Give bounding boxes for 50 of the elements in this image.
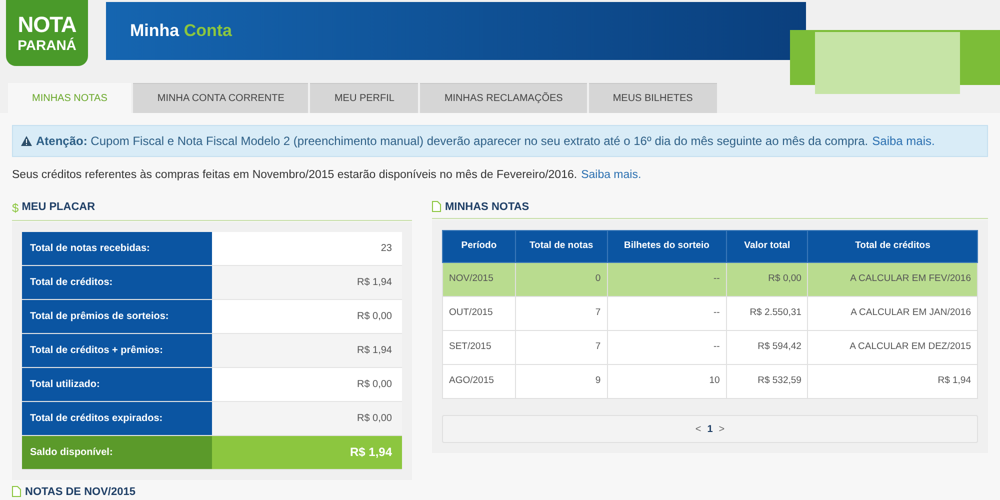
table-row[interactable]: SET/2015 7 -- R$ 594,42 A CALCULAR EM DEZ/2015 [442,330,978,364]
scoreboard-label: Total de créditos + prêmios: [22,334,212,366]
logo-text: PARANÁ [18,38,76,52]
section-title: MINHAS NOTAS [445,200,530,214]
scoreboard-label: Total de créditos: [22,266,212,298]
table-row[interactable]: AGO/2015 9 10 R$ 532,59 R$ 1,94 [442,364,978,398]
scoreboard-value: R$ 1,94 [212,436,402,468]
tab[interactable]: MINHA CONTA CORRENTE [133,83,308,114]
section-title: NOTAS DE NOV/2015 [25,484,136,500]
dollar-icon: $ [12,198,19,216]
scoreboard-value: R$ 0,00 [212,368,402,400]
document-icon [12,486,21,498]
scoreboard-label: Total utilizado: [22,368,212,400]
tab[interactable]: MEUS BILHETES [588,83,717,114]
column-header: Período [442,230,516,262]
scoreboard-value: 23 [212,232,402,264]
table-cell: 10 [607,364,726,398]
scoreboard-label: Total de prêmios de sorteios: [22,300,212,332]
warning-icon [21,136,32,146]
column-header: Valor total [726,230,808,262]
logo-text: NOTA [18,14,76,36]
notice-text: Seus créditos referentes às compras feitas em Novembro/2015 estarão disponíveis no mês de Fevereiro/2016. [12,168,578,184]
alert-text: Atenção: Cupom Fiscal e Nota Fiscal Modelo 2 (preenchimento manual) deverão aparecer no seu extrato até o 16º dia do mês seguinte ao mês da compra. [36,133,868,150]
scoreboard-value: R$ 0,00 [212,402,402,434]
previous-page-link[interactable]: < [695,422,702,436]
scoreboard-value: R$ 0,00 [212,300,402,332]
section-title: MEU PLACAR [22,200,96,216]
scoreboard-value: R$ 1,94 [212,334,402,366]
page-title: Minha Conta [130,20,232,42]
column-header: Bilhetes do sorteio [607,230,726,262]
column-header: Total de créditos [808,230,978,262]
scoreboard-label: Total de créditos expirados: [22,402,212,434]
table-cell: 9 [515,364,608,398]
scoreboard-value: R$ 1,94 [212,266,402,298]
table-cell: R$ 532,59 [726,364,808,398]
page-link[interactable]: 1 [707,422,713,436]
document-icon [432,201,441,212]
learn-more-link[interactable]: Saiba mais. [581,167,642,184]
column-header: Total de notas [515,230,608,262]
table-row[interactable]: NOV/2015 0 -- R$ 0,00 A CALCULAR EM FEV/2016 [442,262,978,296]
table-cell: AGO/2015 [442,364,516,398]
scoreboard-label: Total de notas recebidas: [22,232,212,264]
logo[interactable]: NOTA PARANÁ [6,0,88,66]
tab[interactable]: MEU PERFIL [310,83,418,114]
table-row[interactable]: OUT/2015 7 -- R$ 2.550,31 A CALCULAR EM JAN/2016 [442,296,978,330]
learn-more-link[interactable]: Saiba mais. [872,132,935,150]
next-page-link[interactable]: > [718,422,725,436]
tab[interactable]: MINHAS RECLAMAÇÕES [420,83,587,114]
table-cell: R$ 1,94 [808,364,978,398]
scoreboard-label: Saldo disponível: [22,436,212,468]
